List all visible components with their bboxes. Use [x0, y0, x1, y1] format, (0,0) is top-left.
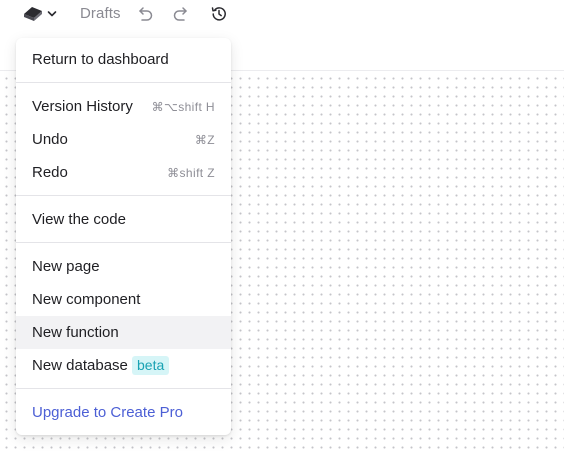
history-button[interactable]	[209, 4, 229, 24]
menu-item-label: Version History	[32, 98, 133, 115]
menu-divider	[16, 388, 231, 389]
menu-item-label: Return to dashboard	[32, 51, 169, 68]
menu-item-label: New function	[32, 324, 119, 341]
menu-item-new-function[interactable]: New function	[16, 316, 231, 349]
menu-item-return-dashboard[interactable]: Return to dashboard	[16, 43, 231, 76]
app-dropdown-menu: Return to dashboard Version History ⌘⌥sh…	[16, 38, 231, 435]
redo-icon	[172, 6, 190, 22]
menu-item-label: Undo	[32, 131, 68, 148]
menu-divider	[16, 242, 231, 243]
shortcut-hint: ⌘shift Z	[167, 165, 215, 180]
undo-icon	[136, 6, 154, 22]
upgrade-link: Upgrade to Create Pro	[32, 404, 183, 421]
app-menu-button[interactable]	[22, 3, 58, 25]
menu-item-new-page[interactable]: New page	[16, 250, 231, 283]
breadcrumb-drafts[interactable]: Drafts	[80, 5, 121, 22]
menu-item-new-database[interactable]: New database beta	[16, 349, 231, 382]
undo-button[interactable]	[135, 4, 155, 24]
menu-item-version-history[interactable]: Version History ⌘⌥shift H	[16, 90, 231, 123]
menu-item-upgrade[interactable]: Upgrade to Create Pro	[16, 396, 231, 429]
menu-item-new-component[interactable]: New component	[16, 283, 231, 316]
menu-item-label: New component	[32, 291, 141, 308]
menu-item-view-code[interactable]: View the code	[16, 203, 231, 236]
menu-item-label: New database	[32, 357, 128, 374]
beta-badge: beta	[132, 356, 170, 375]
redo-button[interactable]	[171, 4, 191, 24]
shortcut-hint: ⌘Z	[194, 132, 215, 147]
menu-item-label: View the code	[32, 211, 126, 228]
menu-item-label: New page	[32, 258, 100, 275]
app-logo-icon	[22, 5, 44, 23]
top-toolbar: Drafts	[0, 0, 564, 30]
shortcut-hint: ⌘⌥shift H	[151, 99, 215, 114]
menu-item-undo[interactable]: Undo ⌘Z	[16, 123, 231, 156]
menu-divider	[16, 82, 231, 83]
menu-item-label: Redo	[32, 164, 68, 181]
menu-item-redo[interactable]: Redo ⌘shift Z	[16, 156, 231, 189]
chevron-down-icon	[47, 10, 57, 18]
menu-divider	[16, 195, 231, 196]
history-icon	[210, 5, 228, 23]
